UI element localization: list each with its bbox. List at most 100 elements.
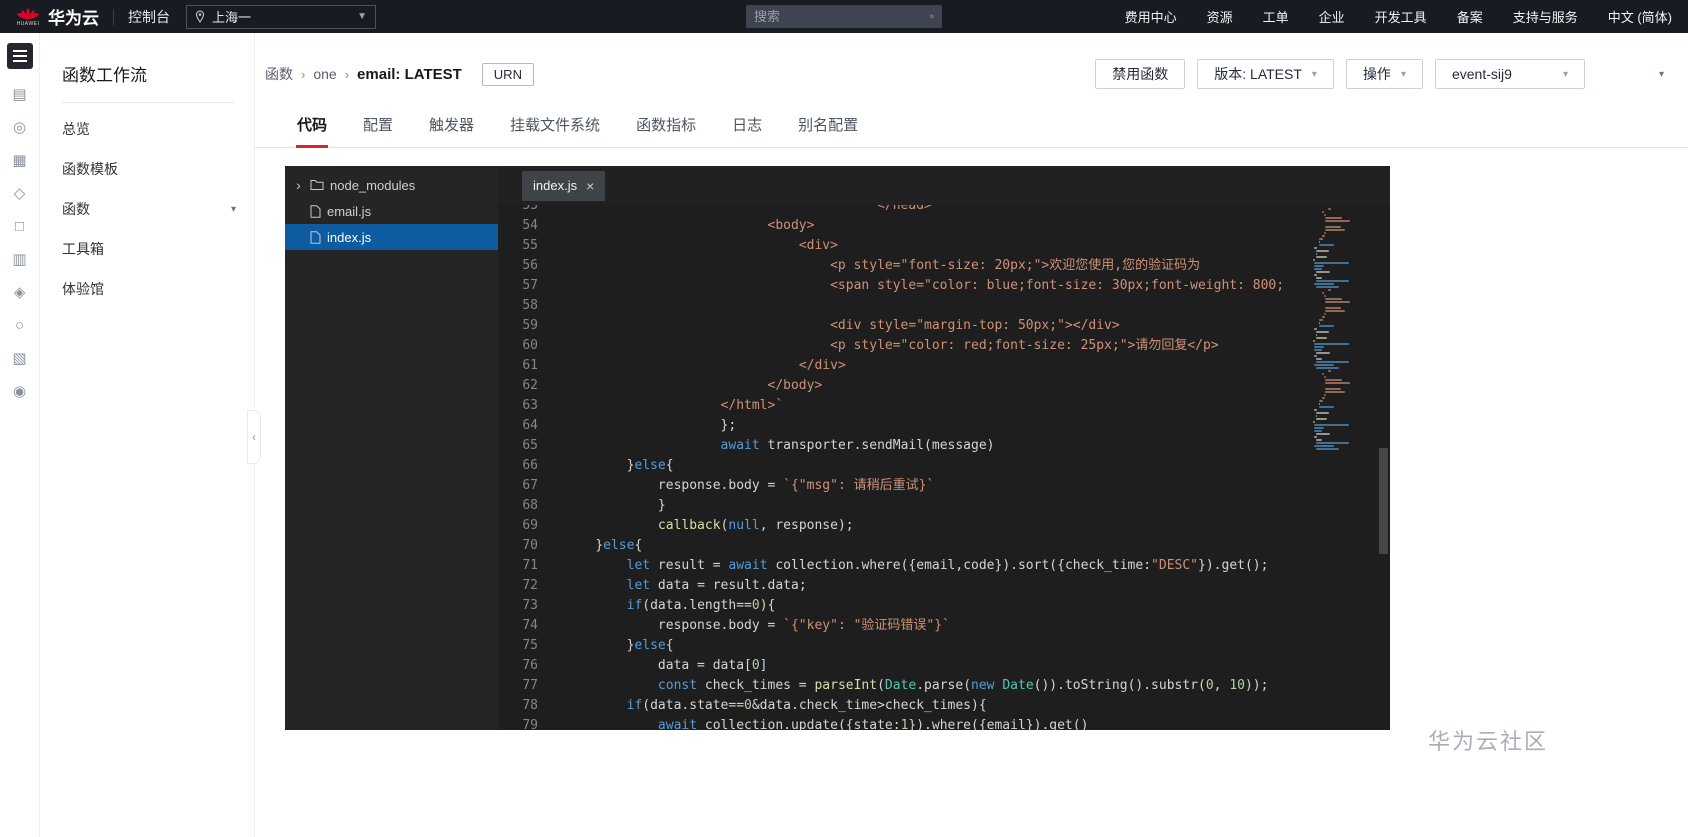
minimap[interactable] (1305, 205, 1390, 730)
version-dropdown[interactable]: 版本: LATEST ▾ (1197, 59, 1334, 89)
rail-icon-7[interactable]: ◈ (14, 285, 26, 300)
vertical-scrollbar[interactable] (1379, 448, 1388, 554)
file-item-email.js[interactable]: email.js (285, 198, 498, 224)
line-number: 54 (522, 218, 538, 233)
line-content: data = data[0] (657, 658, 768, 673)
tab-6[interactable]: 日志 (731, 105, 763, 147)
huawei-logo[interactable]: HUAWEI (16, 7, 40, 27)
line-content: callback(null, response); (657, 518, 854, 533)
event-select[interactable]: event-sij9 ▾ (1434, 59, 1585, 89)
topnav-item[interactable]: 备案 (1457, 7, 1483, 26)
search-input[interactable] (754, 9, 930, 24)
rail-icon-5[interactable]: □ (15, 219, 24, 234)
search-icon[interactable] (930, 10, 934, 23)
line-number: 77 (522, 678, 538, 693)
topnav-item[interactable]: 资源 (1207, 7, 1233, 26)
sidebar-item-label: 函数 (62, 201, 90, 217)
rail-icon-8[interactable]: ○ (15, 318, 24, 333)
sidebar-divider (62, 102, 234, 103)
tab-3[interactable]: 触发器 (428, 105, 475, 147)
code-lines: 53 </head> 54 <body> 55 <div> 56 <p style="… (498, 205, 1305, 730)
topnav-item[interactable]: 企业 (1319, 7, 1345, 26)
sidebar-item-label: 工具箱 (62, 241, 104, 257)
nav-divider (113, 8, 114, 25)
line-content: <div style="margin-top: 50px;"></div> (830, 318, 1120, 333)
chevron-down-icon: ▾ (1562, 68, 1568, 80)
line-content: await transporter.sendMail(message) (720, 438, 995, 453)
line-content: const check_times = parseInt(Date.parse(… (657, 678, 1269, 693)
global-search[interactable] (746, 5, 942, 28)
tab-1[interactable]: 代码 (296, 105, 329, 148)
line-number: 64 (522, 418, 538, 433)
topnav-item[interactable]: 工单 (1263, 7, 1289, 26)
breadcrumb-one[interactable]: one (313, 66, 336, 82)
code-line-64: 64 }; (498, 416, 1305, 436)
line-content: let result = await collection.where({ema… (626, 558, 1269, 573)
tab-2[interactable]: 配置 (362, 105, 394, 147)
line-number: 66 (522, 458, 538, 473)
rail-icon-1[interactable]: ▤ (12, 87, 26, 102)
rail-icon-9[interactable]: ▧ (12, 351, 26, 366)
topnav-item[interactable]: 支持与服务 (1513, 7, 1578, 26)
line-content: response.body = `{"key": "验证码错误"}` (657, 618, 950, 633)
sidebar-item-函数模板[interactable]: 函数模板 (40, 149, 254, 189)
file-item-index.js[interactable]: index.js (285, 224, 498, 250)
topnav-item[interactable]: 费用中心 (1125, 7, 1177, 26)
disable-function-button[interactable]: 禁用函数 (1095, 59, 1186, 89)
line-number: 60 (522, 338, 538, 353)
file-name: index.js (327, 229, 372, 245)
sidebar-item-体验馆[interactable]: 体验馆 (40, 269, 254, 309)
line-number: 76 (522, 658, 538, 673)
line-content: if(data.length==0){ (626, 598, 776, 613)
line-number: 56 (522, 258, 538, 273)
code-line-79: 79 await collection.update({state:1}).wh… (498, 716, 1305, 730)
code-line-70: 70 }else{ (498, 536, 1305, 556)
code-viewport[interactable]: 53 </head> 54 <body> 55 <div> 56 <p style="… (498, 205, 1305, 730)
huawei-flower-icon (17, 7, 39, 19)
code-line-58: 58 (498, 296, 1305, 316)
rail-icon-3[interactable]: ▦ (12, 153, 26, 168)
line-number: 53 (522, 205, 538, 213)
content-area: 函数 › one › email: LATEST URN 禁用函数 版本: LA… (255, 33, 1688, 837)
breadcrumb-separator-icon: › (301, 66, 306, 82)
close-icon[interactable]: × (586, 178, 594, 194)
rail-icon-10[interactable]: ◉ (13, 384, 26, 399)
operate-dropdown[interactable]: 操作 ▾ (1345, 59, 1423, 89)
topnav-item[interactable]: 开发工具 (1375, 7, 1427, 26)
menu-icon[interactable] (6, 43, 33, 69)
console-link[interactable]: 控制台 (128, 7, 170, 27)
urn-button[interactable]: URN (481, 62, 534, 86)
page-header: 函数 › one › email: LATEST URN 禁用函数 版本: LA… (255, 33, 1688, 105)
line-content: response.body = `{"msg": 请稍后重试}` (657, 478, 935, 493)
line-number: 75 (522, 638, 538, 653)
chevron-down-icon[interactable]: ▾ (1659, 69, 1664, 80)
tab-4[interactable]: 挂载文件系统 (509, 105, 601, 147)
line-content: }else{ (626, 638, 674, 653)
brand-name[interactable]: 华为云 (48, 4, 99, 29)
sidebar-collapse-handle[interactable]: ‹ (247, 410, 261, 464)
rail-icon-2[interactable]: ◎ (13, 120, 26, 135)
editor-tab-indexjs[interactable]: index.js × (522, 170, 606, 201)
sidebar-item-函数[interactable]: 函数 ▾ (40, 189, 254, 229)
line-number: 58 (522, 298, 538, 313)
sidebar-item-工具箱[interactable]: 工具箱 (40, 229, 254, 269)
line-number: 70 (522, 538, 538, 553)
rail-icon-6[interactable]: ▥ (12, 252, 26, 267)
code-line-68: 68 } (498, 496, 1305, 516)
breadcrumb: 函数 › one › email: LATEST URN (265, 62, 534, 86)
line-content: <p style="color: red;font-size: 25px;">请… (830, 338, 1219, 353)
code-line-55: 55 <div> (498, 236, 1305, 256)
region-selector[interactable]: 上海一 ▼ (186, 4, 376, 29)
code-line-77: 77 const check_times = parseInt(Date.par… (498, 676, 1305, 696)
file-item-node_modules[interactable]: › node_modules (285, 172, 498, 198)
code-line-57: 57 <span style="color: blue;font-size: 3… (498, 276, 1305, 296)
sidebar-item-label: 函数模板 (62, 161, 118, 177)
tab-7[interactable]: 别名配置 (797, 105, 859, 147)
topnav-item[interactable]: 中文 (简体) (1608, 7, 1672, 26)
code-body: 53 </head> 54 <body> 55 <div> 56 <p style="… (498, 205, 1390, 730)
code-line-62: 62 </body> (498, 376, 1305, 396)
tab-5[interactable]: 函数指标 (635, 105, 697, 147)
rail-icon-4[interactable]: ◇ (14, 186, 26, 201)
sidebar-item-总览[interactable]: 总览 (40, 109, 254, 149)
breadcrumb-functions[interactable]: 函数 (265, 64, 293, 84)
